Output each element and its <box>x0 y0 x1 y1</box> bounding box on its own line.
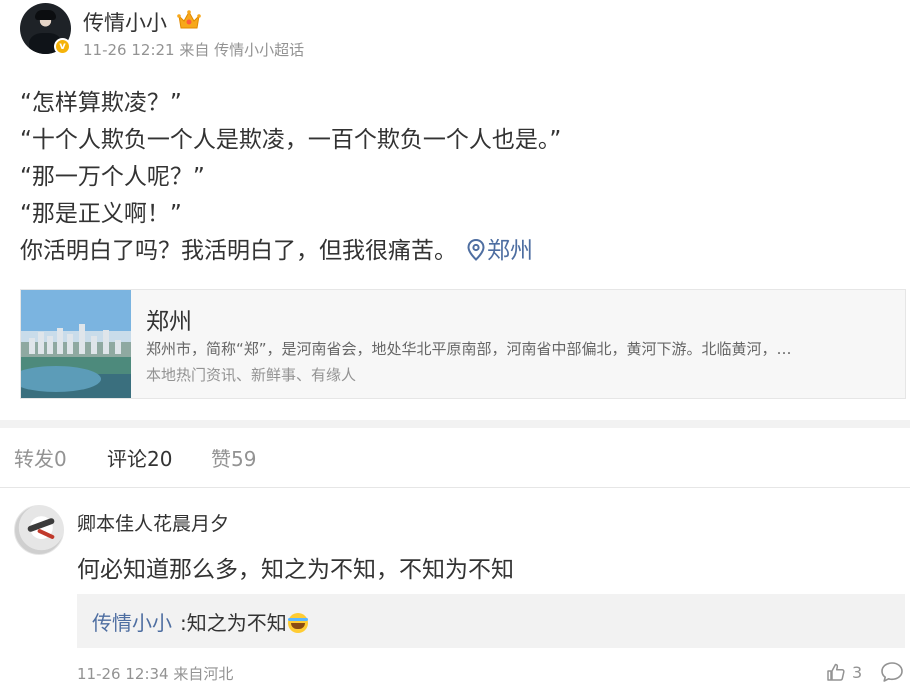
post-author-name[interactable]: 传情小小 <box>83 7 167 37</box>
commenter-name[interactable]: 卿本佳人花晨月夕 <box>77 509 229 536</box>
comment-meta: 11-26 12:34 来自河北 <box>77 665 234 683</box>
post-line: “怎样算欺凌？” <box>20 90 182 116</box>
reply-text: :知之为不知 <box>180 611 287 635</box>
laugh-cry-emoji-icon <box>287 613 308 633</box>
tab-repost[interactable]: 转发0 <box>14 443 67 472</box>
comment-text: 何必知道那么多，知之为不知，不知为不知 <box>77 557 514 583</box>
crown-icon <box>177 10 201 29</box>
thumbs-up-icon <box>827 663 845 681</box>
post-text: “怎样算欺凌？” “十个人欺负一个人是欺凌，一百个欺负一个人也是。” “那一万个… <box>20 85 900 270</box>
location-card-subtitle: 本地热门资讯、新鲜事、有缘人 <box>146 366 357 384</box>
post-from-label: 来自 <box>179 41 210 59</box>
tab-likes[interactable]: 赞59 <box>211 443 256 472</box>
post-source-link[interactable]: 传情小小超话 <box>214 41 304 59</box>
reply-author[interactable]: 传情小小 <box>92 607 172 636</box>
tab-comments[interactable]: 评论20 <box>107 443 172 472</box>
commenter-avatar[interactable] <box>14 505 64 555</box>
reply-text-wrap: :知之为不知 <box>180 607 308 636</box>
post-line: “十个人欺负一个人是欺凌，一百个欺负一个人也是。” <box>20 127 562 153</box>
location-card[interactable]: 郑州 郑州市，简称“郑”，是河南省会，地处华北平原南部，河南省中部偏北，黄河下游… <box>20 289 906 399</box>
reply-box[interactable]: 传情小小 :知之为不知 <box>77 594 905 648</box>
post-line: “那是正义啊！” <box>20 201 182 227</box>
comment-like-button[interactable]: 3 <box>826 660 862 684</box>
location-thumbnail <box>21 290 131 398</box>
location-link-text[interactable]: 郑州 <box>487 238 533 264</box>
post-line: “那一万个人呢？” <box>20 164 205 190</box>
post-meta: 11-26 12:21 来自 传情小小超话 <box>83 39 304 60</box>
section-divider <box>0 420 910 428</box>
post-line: 你活明白了吗？我活明白了，但我很痛苦。 <box>20 238 457 264</box>
verified-icon: v <box>54 38 71 55</box>
comment-icon[interactable] <box>880 661 904 683</box>
post-line-last: 你活明白了吗？我活明白了，但我很痛苦。 郑州 <box>20 233 900 270</box>
location-pin-icon <box>467 238 485 261</box>
location-link[interactable]: 郑州 <box>467 238 533 264</box>
post-time[interactable]: 11-26 12:21 <box>83 41 175 59</box>
tabs-divider <box>0 487 910 488</box>
location-card-title: 郑州 <box>146 309 192 335</box>
location-card-description: 郑州市，简称“郑”，是河南省会，地处华北平原南部，河南省中部偏北，黄河下游。北临… <box>146 340 792 358</box>
comment-like-count: 3 <box>852 662 863 682</box>
